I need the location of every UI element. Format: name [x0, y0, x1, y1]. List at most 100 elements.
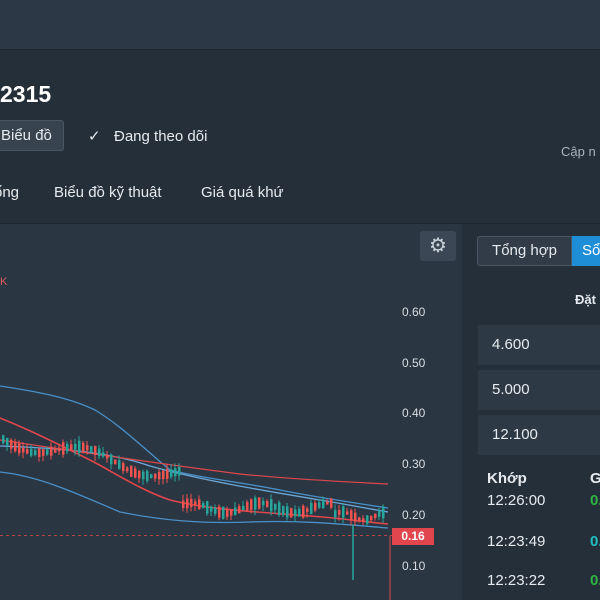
trade-price: 0. [590, 492, 600, 509]
candle-body [246, 501, 249, 511]
y-tick: 0.40 [402, 406, 426, 420]
candle-body [266, 501, 269, 507]
candle-body [14, 441, 17, 452]
candle-body [110, 454, 113, 465]
last-price-tag: 0.16 [392, 528, 434, 545]
candle-body [74, 443, 77, 450]
candle-body [338, 509, 341, 515]
candle-body [150, 474, 153, 479]
candle-body [6, 438, 9, 446]
price-chart[interactable] [0, 0, 462, 600]
candle-body [242, 505, 245, 511]
candle-body [282, 506, 285, 515]
y-tick: 0.10 [402, 559, 426, 573]
tab-orderbook-button[interactable]: Sổ [572, 236, 600, 266]
candle-body [274, 504, 277, 510]
candle-body [214, 507, 217, 514]
candle-body [50, 446, 53, 456]
orderbook-row: 5.000 [478, 370, 600, 410]
candle-body [302, 505, 305, 518]
candle-body [350, 510, 353, 520]
candle-body [70, 444, 73, 450]
candle-body [374, 513, 377, 518]
candle-body [66, 443, 69, 452]
y-tick: 0.50 [402, 356, 426, 370]
candle-body [54, 448, 57, 453]
y-tick: 0.30 [402, 457, 426, 471]
short-ma-line [0, 417, 389, 525]
candle-body [46, 449, 49, 455]
candle-body [170, 469, 173, 477]
candle-body [186, 498, 189, 509]
candle-body [182, 500, 185, 508]
candle-body [146, 470, 149, 482]
candle-body [34, 450, 37, 455]
candle-body [78, 440, 81, 453]
candle-body [314, 502, 317, 511]
candle-body [18, 443, 21, 454]
update-label: Cập n [561, 144, 596, 159]
candle-body [318, 502, 321, 508]
candle-body [306, 508, 309, 512]
trade-price: 0. [590, 572, 600, 589]
candle-body [218, 506, 221, 518]
candle-body [106, 455, 109, 459]
candle-body [178, 467, 181, 476]
candle-body [202, 503, 205, 509]
trade-time: 12:23:22 [487, 572, 546, 589]
candle-body [10, 439, 13, 449]
candle-body [90, 446, 93, 452]
trade-time: 12:23:49 [487, 533, 546, 550]
candle-body [370, 516, 373, 520]
candle-body [126, 467, 129, 472]
orderbook-row: 4.600 [478, 325, 600, 365]
candle-body [378, 510, 381, 517]
candle-body [58, 447, 61, 452]
candle-body [330, 498, 333, 508]
candle-body [290, 508, 293, 518]
candle-body [122, 463, 125, 472]
candle-body [278, 502, 281, 516]
candle-body [250, 499, 253, 510]
candle-body [210, 506, 213, 512]
candle-body [114, 459, 117, 465]
candle-body [86, 445, 89, 451]
candle-body [258, 497, 261, 509]
candle-body [358, 517, 361, 521]
orderbook-row: 12.100 [478, 415, 600, 455]
trade-price: 0. [590, 533, 600, 550]
candle-body [98, 448, 101, 457]
candle-body [62, 442, 65, 455]
candle-body [222, 506, 225, 519]
candle-body [134, 468, 137, 478]
candle-body [234, 507, 237, 516]
candle-body [270, 499, 273, 512]
y-tick: 0.20 [402, 508, 426, 522]
candle-body [138, 470, 141, 479]
candle-body [326, 501, 329, 505]
candle-body [382, 506, 385, 519]
candle-body [366, 515, 369, 524]
candle-body [226, 509, 229, 517]
candle-body [194, 501, 197, 506]
candle-body [26, 449, 29, 454]
candle-body [42, 449, 45, 456]
candle-body [342, 506, 345, 518]
candle-body [238, 506, 241, 514]
candle-body [198, 499, 201, 510]
tab-summary-button[interactable]: Tổng hợp [477, 236, 572, 266]
y-tick: 0.60 [402, 305, 426, 319]
candle-body [22, 447, 25, 453]
candle-body [310, 502, 313, 515]
candle-body [230, 509, 233, 516]
orderbook-column-header: Đặt [575, 292, 596, 307]
candle-body [334, 510, 337, 518]
candle-body [2, 435, 5, 444]
candle-body [130, 465, 133, 477]
candle-body [162, 470, 165, 480]
candle-body [30, 448, 33, 456]
candle-body [254, 497, 257, 510]
candle-body [362, 518, 365, 522]
candle-body [94, 446, 97, 455]
candle-body [38, 448, 41, 457]
